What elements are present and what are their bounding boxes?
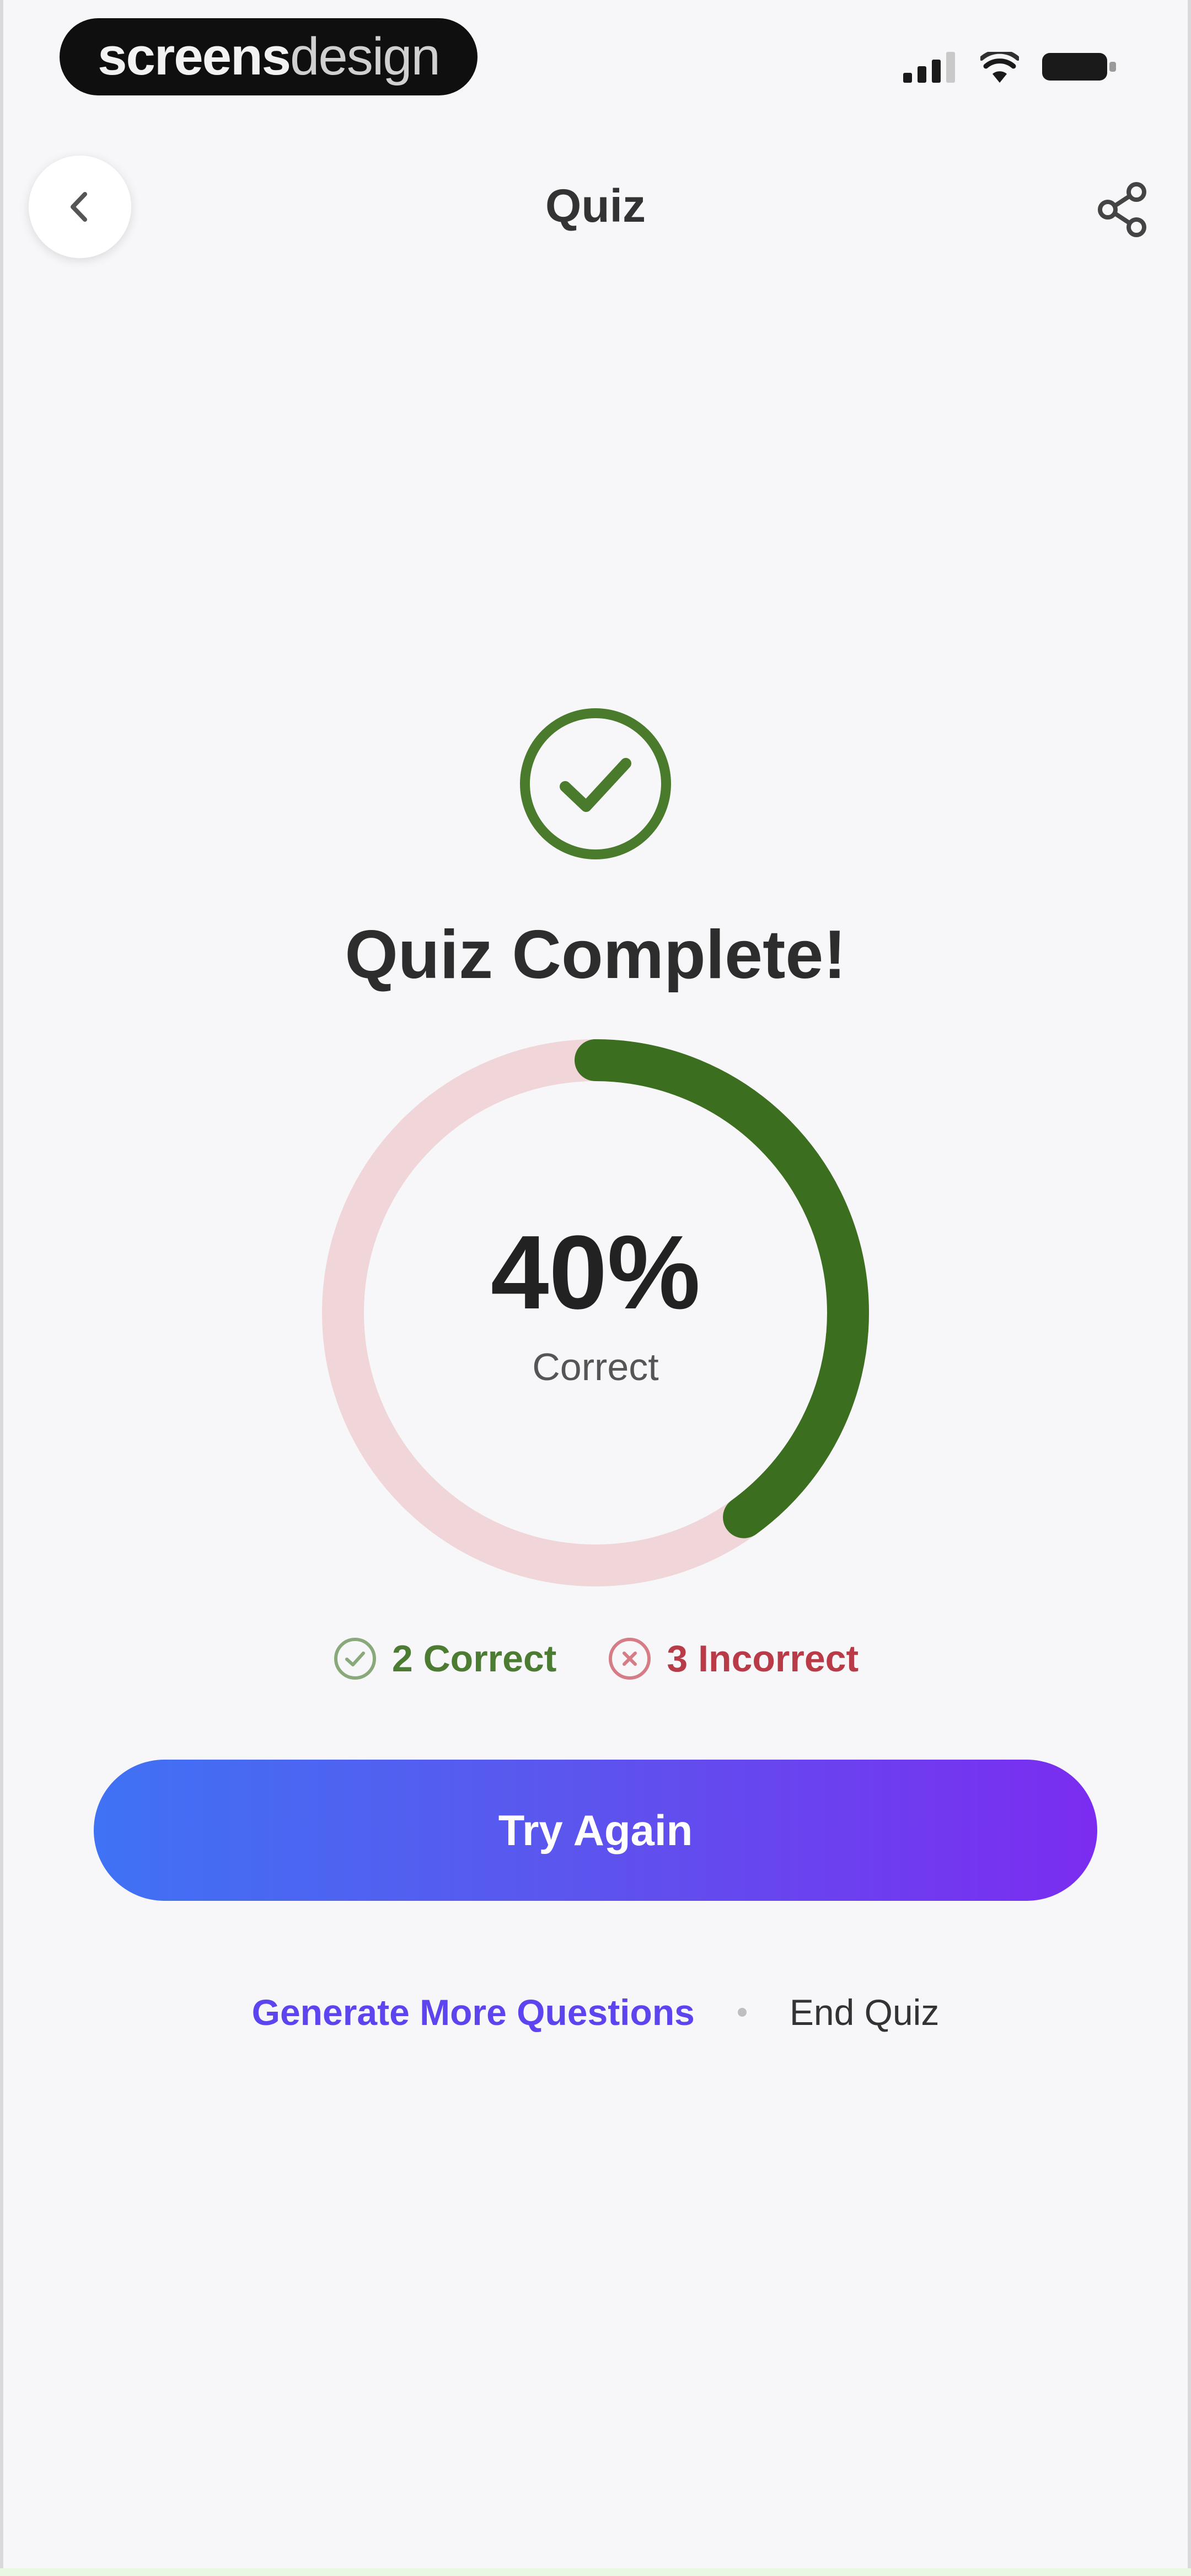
watermark-bold-text: screens (98, 27, 291, 86)
battery-icon (1042, 53, 1116, 81)
score-percent: 40% (490, 1214, 701, 1331)
ring-center: 40% Correct (320, 1037, 871, 1589)
incorrect-count: 3 Incorrect (667, 1638, 859, 1680)
share-button[interactable] (1093, 179, 1154, 240)
quiz-complete-title: Quiz Complete! (345, 917, 846, 993)
check-circle-small-icon (334, 1638, 376, 1680)
x-circle-small-icon (609, 1638, 651, 1680)
score-label: Correct (532, 1345, 659, 1388)
signal-icon (903, 52, 955, 83)
screensdesign-watermark: screens design (60, 18, 478, 95)
secondary-actions: Generate More Questions End Quiz (0, 1991, 1191, 2033)
share-icon (1098, 182, 1146, 237)
check-circle-icon (520, 708, 671, 859)
bottom-edge (0, 2568, 1191, 2576)
end-quiz-link[interactable]: End Quiz (790, 1991, 939, 2033)
page-title: Quiz (545, 180, 646, 232)
generate-more-questions-link[interactable]: Generate More Questions (252, 1991, 695, 2033)
status-icons (903, 50, 1118, 83)
try-again-button[interactable]: Try Again (94, 1760, 1097, 1901)
watermark-light-text: design (290, 27, 441, 86)
wifi-icon (980, 52, 1019, 83)
incorrect-stat: 3 Incorrect (607, 1636, 859, 1681)
separator-dot (737, 2008, 747, 2017)
result-stats: 2 Correct 3 Incorrect (0, 1636, 1191, 1681)
correct-count: 2 Correct (391, 1638, 557, 1680)
correct-stat: 2 Correct (332, 1636, 557, 1681)
